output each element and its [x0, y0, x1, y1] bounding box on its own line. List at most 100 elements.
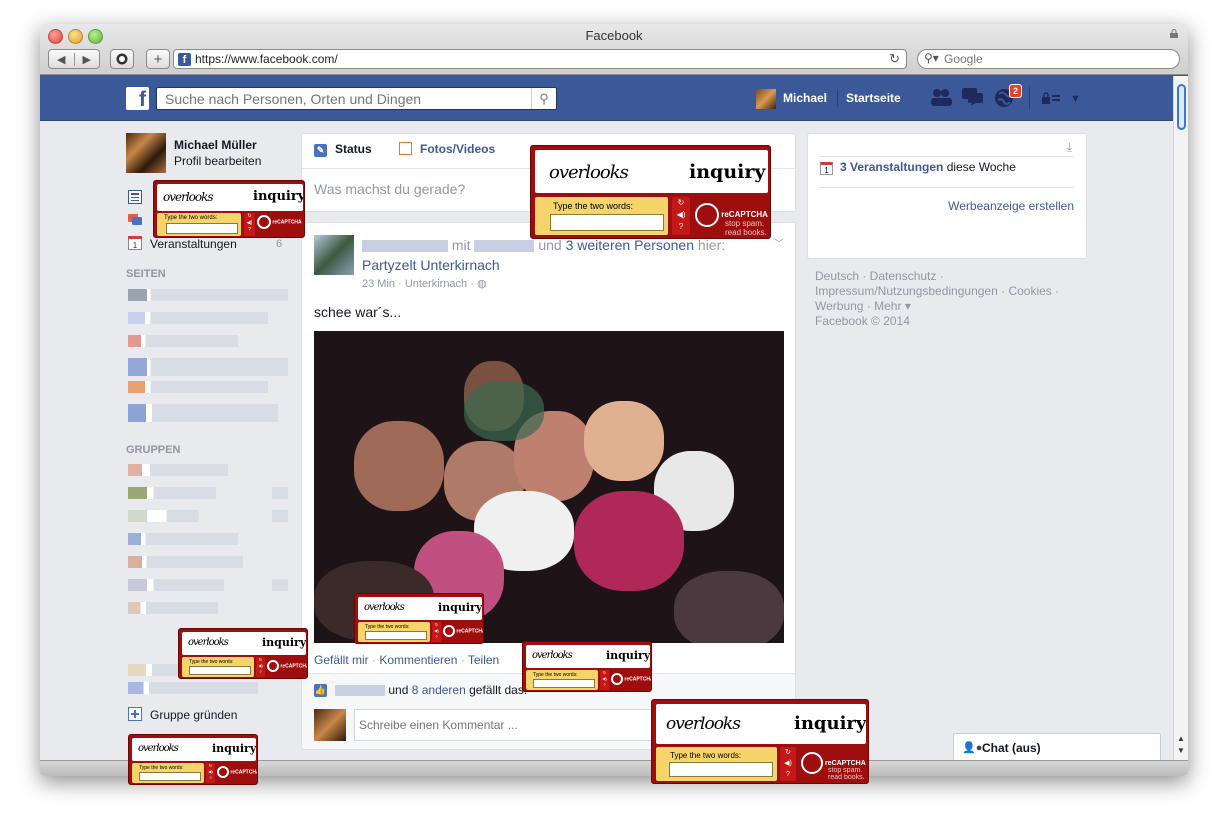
footer-links[interactable]: Impressum/Nutzungsbedingungen · Cookies … [815, 284, 1085, 299]
recaptcha-logo: reCAPTCHA [611, 673, 652, 685]
captcha-word-2: inquiry [794, 713, 866, 734]
scroll-down-icon[interactable]: ▼ [1177, 746, 1185, 755]
edit-profile-link[interactable]: Profil bearbeiten [174, 154, 261, 168]
tab-photos-videos[interactable]: Fotos/Videos [399, 142, 495, 156]
captcha-controls[interactable]: ↻ ◀)? [206, 763, 215, 783]
author-name[interactable] [362, 240, 448, 253]
captcha-input-box: Type the two words: [526, 670, 598, 690]
search-icon[interactable]: ⚲ [531, 88, 556, 109]
captcha-controls[interactable]: ↻ ◀)? [432, 622, 441, 642]
sidebar-item-page[interactable] [128, 381, 268, 393]
chevron-down-icon[interactable]: ﹀ [774, 235, 784, 250]
captcha-controls[interactable]: ↻ ◀)? [672, 197, 690, 235]
captcha-input-box: Type the two words: [132, 763, 204, 783]
captcha-input[interactable] [550, 214, 664, 231]
browser-search-input[interactable] [944, 52, 1164, 66]
post-and-text: und [538, 237, 562, 253]
post-timestamp[interactable]: 23 Min [362, 278, 395, 290]
captcha-controls[interactable]: ↻ ◀)? [780, 747, 796, 781]
friend-requests-icon[interactable] [930, 88, 952, 111]
forward-button[interactable]: ▶ [75, 53, 100, 66]
new-tab-button[interactable]: + [146, 49, 170, 69]
extension-icon [116, 53, 128, 65]
footer-links[interactable]: Werbung · Mehr ▾ [815, 299, 1085, 314]
tab-status[interactable]: ✎ Status [314, 142, 372, 157]
create-ad-link[interactable]: Werbeanzeige erstellen [948, 199, 1074, 213]
download-icon[interactable]: ⤓ [1067, 140, 1072, 155]
captcha-input[interactable] [533, 679, 595, 688]
liker-name[interactable] [335, 685, 385, 697]
sidebar-item-group[interactable] [128, 510, 288, 522]
recaptcha-widget: overlooks inquiry Type the two words: ↻ ◀… [354, 593, 484, 644]
sidebar-item-group[interactable] [128, 579, 288, 591]
chat-sidebar-toggle[interactable]: 👤● Chat (aus) [953, 733, 1161, 760]
events-link[interactable]: 3 Veranstaltungen [840, 160, 943, 174]
address-bar-url[interactable]: https://www.facebook.com/ [195, 52, 338, 66]
tagged-others-link[interactable]: 3 weiteren Personen [566, 237, 694, 253]
recaptcha-brand: reCAPTCHA [624, 676, 652, 683]
comment-button[interactable]: Kommentieren [379, 653, 457, 667]
scrollbar[interactable]: ▲ ▼ [1173, 76, 1188, 760]
browser-search-bar[interactable]: ⚲▾ [917, 49, 1180, 69]
captcha-input[interactable] [189, 666, 251, 675]
address-bar[interactable]: f https://www.facebook.com/ ↻ [173, 49, 907, 69]
account-menu-chevron-down-icon[interactable]: ▼ [1070, 93, 1081, 105]
extension-button[interactable] [110, 49, 134, 69]
divider [818, 187, 1074, 188]
captcha-input[interactable] [669, 762, 773, 777]
profile-name[interactable]: Michael Müller [174, 138, 257, 152]
home-link[interactable]: Startseite [846, 91, 901, 105]
reload-icon[interactable]: ↻ [889, 51, 900, 67]
captcha-image: overlooks inquiry [182, 632, 306, 655]
scrollbar-thumb[interactable] [1177, 84, 1186, 130]
sidebar-item-page[interactable] [128, 289, 288, 301]
sidebar-item-page[interactable] [128, 404, 278, 422]
tagged-person[interactable] [474, 240, 535, 253]
captcha-input[interactable] [166, 223, 238, 234]
privacy-shortcuts-icon[interactable] [1042, 92, 1060, 107]
sidebar-item-group[interactable] [128, 602, 218, 614]
captcha-word-2: inquiry [253, 189, 303, 204]
facebook-logo[interactable]: f [126, 87, 149, 111]
sidebar-item-events[interactable]: Veranstaltungen [150, 237, 237, 251]
sidebar-item-group[interactable] [128, 682, 258, 694]
sidebar-item-page[interactable] [128, 312, 268, 324]
facebook-search-box[interactable]: ⚲ [156, 87, 557, 110]
status-input[interactable]: Was machst du gerade? [314, 181, 465, 197]
sidebar-item-events-count: 6 [276, 238, 283, 250]
sidebar-item-group[interactable] [128, 464, 228, 476]
svg-text:1: 1 [133, 241, 138, 250]
captcha-word-1: overlooks [666, 714, 741, 734]
captcha-controls[interactable]: ↻ ◀)? [600, 670, 609, 690]
facebook-search-input[interactable] [165, 91, 525, 107]
sidebar-item-page[interactable] [128, 335, 238, 347]
plus-icon: + [153, 50, 163, 68]
scroll-up-icon[interactable]: ▲ [1177, 734, 1185, 743]
post-location[interactable]: Unterkirnach [405, 278, 467, 290]
sidebar-item-page[interactable] [128, 358, 288, 376]
sidebar-item-group[interactable] [128, 533, 238, 545]
captcha-word-2: inquiry [689, 161, 766, 183]
sidebar-item-group[interactable] [128, 556, 243, 568]
likes-others-link[interactable]: 8 anderen [412, 683, 466, 697]
captcha-controls[interactable]: ↻ ◀)? [244, 213, 255, 236]
messages-icon[interactable] [962, 88, 984, 111]
avatar[interactable] [314, 235, 354, 275]
footer-links[interactable]: Deutsch · Datenschutz · [815, 269, 1085, 284]
like-button[interactable]: Gefällt mir [314, 653, 369, 667]
sidebar-item-group[interactable] [128, 487, 288, 499]
create-group-icon [128, 707, 142, 721]
profile-link[interactable]: Michael [783, 91, 827, 105]
share-button[interactable]: Teilen [468, 653, 499, 667]
captcha-input[interactable] [139, 772, 201, 781]
profile-picture[interactable] [126, 133, 166, 173]
place-link[interactable]: Partyzelt Unterkirnach [362, 257, 500, 273]
captcha-input[interactable] [365, 631, 427, 640]
captcha-controls[interactable]: ↻ ◀)? [256, 657, 265, 677]
recaptcha-tagline: read books. [828, 774, 865, 781]
back-button[interactable]: ◀ [49, 52, 75, 66]
create-group-link[interactable]: Gruppe gründen [150, 708, 237, 722]
post-header: mit und 3 weiteren Personen hier: [362, 237, 725, 253]
avatar[interactable] [756, 89, 776, 109]
captcha-prompt: Type the two words: [365, 624, 410, 630]
